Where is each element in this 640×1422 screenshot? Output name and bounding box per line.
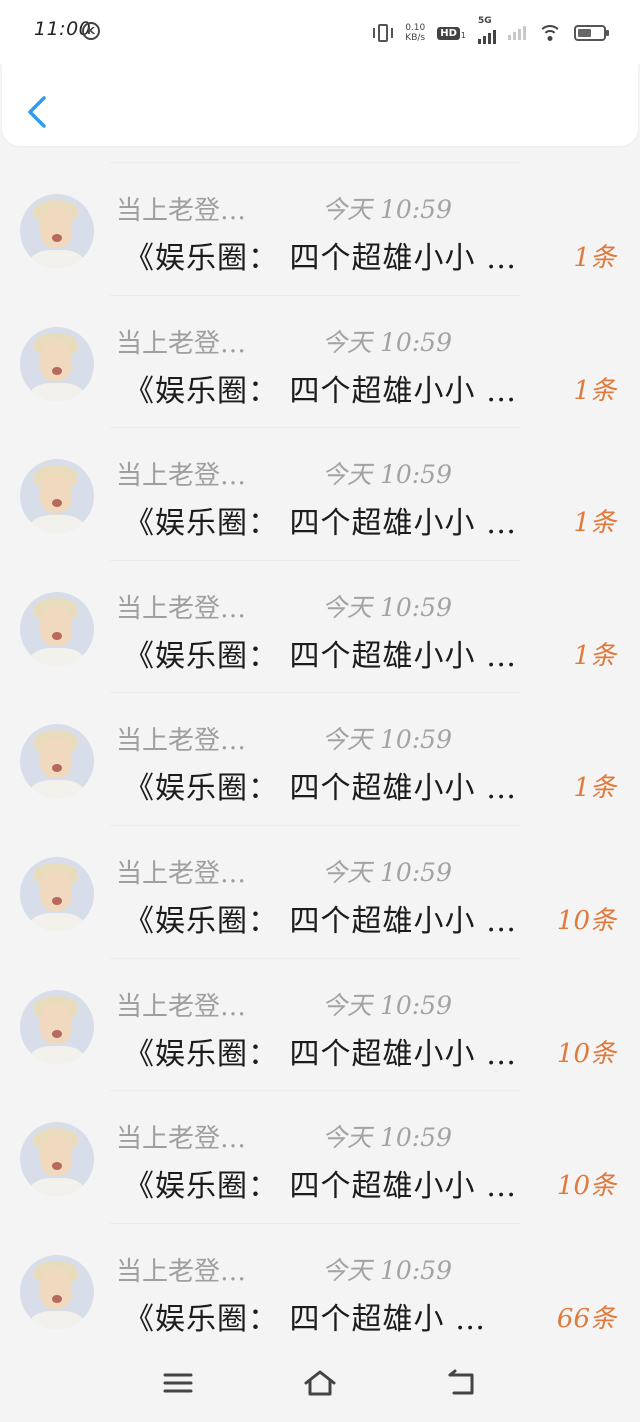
- message-list-item[interactable]: 当上老登… 今天 10:59 《娱乐圈： 四个超雄小小 … 1条: [0, 283, 640, 416]
- top-nav-bar: [2, 64, 638, 146]
- avatar[interactable]: [20, 856, 94, 931]
- list-divider: [110, 1090, 520, 1092]
- message-list-item[interactable]: 当上老登… 今天 10:59 《娱乐圈： 四个超雄小小 … 10条: [0, 946, 640, 1079]
- hd-sub-label: 1: [460, 30, 466, 40]
- system-nav-bar: [0, 1350, 640, 1422]
- message-time: 今天 10:59: [322, 1123, 452, 1153]
- message-count-badge: 1条: [573, 508, 616, 539]
- message-preview: 《娱乐圈： 四个超雄小 …: [124, 1301, 487, 1337]
- sender-name: 当上老登…: [116, 196, 247, 226]
- list-divider: [110, 559, 520, 561]
- home-icon: [304, 1370, 336, 1396]
- sender-name: 当上老登…: [116, 593, 247, 624]
- message-preview: 《娱乐圈： 四个超雄小小 …: [124, 1036, 518, 1072]
- message-count-badge: 10条: [556, 905, 616, 936]
- avatar[interactable]: [20, 724, 94, 799]
- vibrate-icon: [373, 23, 394, 43]
- sender-name: 当上老登…: [116, 1256, 247, 1287]
- hd-voice-icon: HD 1: [437, 26, 466, 40]
- return-icon: [448, 1369, 474, 1395]
- message-count-badge: 1条: [573, 375, 616, 406]
- message-preview: 《娱乐圈： 四个超雄小小 …: [124, 638, 518, 674]
- message-list-item[interactable]: 当上老登… 今天 10:59 《娱乐圈： 四个超雄小小 … 1条: [0, 548, 640, 681]
- message-preview: 《娱乐圈： 四个超雄小小 …: [124, 1169, 518, 1205]
- avatar[interactable]: [20, 194, 94, 268]
- message-list-item[interactable]: 当上老登… 今天 10:59 《娱乐圈： 四个超雄小小 … 10条: [0, 1078, 640, 1211]
- chevron-left-icon: [28, 96, 46, 128]
- message-time: 今天 10:59: [322, 327, 452, 357]
- sender-name: 当上老登…: [116, 1124, 247, 1155]
- battery-icon: [574, 25, 609, 41]
- message-time: 今天 10:59: [322, 1255, 452, 1285]
- avatar[interactable]: [20, 591, 94, 666]
- message-list-item[interactable]: 当上老登… 今天 10:59 《娱乐圈： 四个超雄小小 … 10条: [0, 813, 640, 946]
- home-button[interactable]: [302, 1368, 338, 1398]
- message-preview: 《娱乐圈： 四个超雄小小 …: [124, 903, 518, 939]
- signal-5g-icon: 5G: [478, 16, 496, 44]
- list-divider: [110, 957, 520, 959]
- network-type-label: 5G: [478, 16, 492, 26]
- network-speed-value: 0.10: [405, 23, 426, 33]
- message-list: 当上老登… 今天 10:59 《娱乐圈： 四个超雄小小 … 1条 当上老登… 今…: [0, 150, 640, 1343]
- message-time: 今天 10:59: [322, 195, 452, 224]
- k-badge-icon: K: [82, 22, 100, 40]
- sender-name: 当上老登…: [116, 991, 247, 1022]
- message-time: 今天 10:59: [322, 460, 452, 490]
- avatar[interactable]: [20, 1254, 94, 1329]
- message-count-badge: 1条: [573, 243, 616, 273]
- message-time: 今天 10:59: [322, 857, 452, 887]
- sender-name: 当上老登…: [116, 328, 247, 359]
- return-button[interactable]: [444, 1368, 480, 1398]
- menu-icon: [163, 1373, 193, 1393]
- wifi-icon: [538, 23, 562, 43]
- list-divider: [110, 824, 520, 826]
- message-time: 今天 10:59: [322, 592, 452, 622]
- avatar[interactable]: [20, 326, 94, 401]
- network-speed: 0.10 KB/s: [405, 23, 425, 43]
- message-preview: 《娱乐圈： 四个超雄小小 …: [124, 373, 518, 409]
- message-list-item[interactable]: 当上老登… 今天 10:59 《娱乐圈： 四个超雄小小 … 1条: [0, 150, 640, 283]
- message-count-badge: 1条: [573, 773, 616, 804]
- list-divider: [110, 427, 520, 429]
- list-divider: [110, 1222, 520, 1224]
- signal-secondary-icon: [508, 26, 526, 40]
- message-time: 今天 10:59: [322, 990, 452, 1020]
- message-preview: 《娱乐圈： 四个超雄小小 …: [124, 506, 518, 542]
- status-icons: 0.10 KB/s HD 1 5G: [373, 16, 609, 50]
- sender-name: 当上老登…: [116, 726, 247, 757]
- message-list-item[interactable]: 当上老登… 今天 10:59 《娱乐圈： 四个超雄小小 … 1条: [0, 415, 640, 548]
- avatar[interactable]: [20, 1122, 94, 1197]
- list-divider: [110, 162, 520, 163]
- menu-button[interactable]: [160, 1368, 196, 1398]
- message-list-item[interactable]: 当上老登… 今天 10:59 《娱乐圈： 四个超雄小小 … 1条: [0, 680, 640, 813]
- message-time: 今天 10:59: [322, 725, 452, 755]
- avatar[interactable]: [20, 459, 94, 534]
- message-list-item[interactable]: 当上老登… 今天 10:59 《娱乐圈： 四个超雄小 … 66条: [0, 1211, 640, 1344]
- hd-label: HD: [437, 26, 460, 40]
- message-count-badge: 1条: [573, 640, 616, 671]
- list-divider: [110, 692, 520, 694]
- list-divider: [110, 294, 520, 296]
- status-bar: 11:00 K 0.10 KB/s HD 1 5G: [0, 0, 640, 64]
- sender-name: 当上老登…: [116, 858, 247, 889]
- message-count-badge: 10条: [556, 1038, 616, 1069]
- avatar[interactable]: [20, 989, 94, 1064]
- network-speed-unit: KB/s: [405, 33, 426, 43]
- back-button[interactable]: [22, 92, 52, 132]
- message-preview: 《娱乐圈： 四个超雄小小 …: [124, 241, 518, 276]
- message-count-badge: 66条: [556, 1303, 616, 1334]
- sender-name: 当上老登…: [116, 461, 247, 492]
- message-count-badge: 10条: [556, 1171, 616, 1202]
- message-preview: 《娱乐圈： 四个超雄小小 …: [124, 771, 518, 807]
